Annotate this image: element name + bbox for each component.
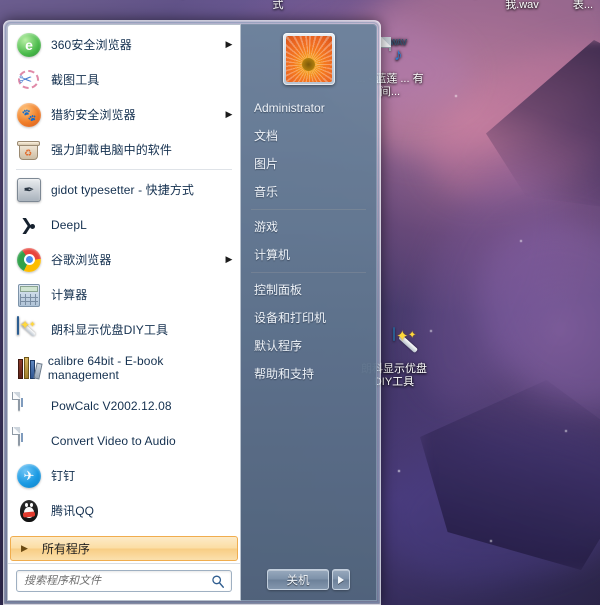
shutdown-label: 关机 [286,574,310,587]
music-note-icon: ♪ [394,45,403,64]
search-box[interactable] [16,570,232,592]
avatar-image [285,36,332,82]
submenu-arrow-icon: ▶ [225,109,233,119]
program-item-cheetah-browser[interactable]: 🐾 猎豹安全浏览器 ▶ [8,97,240,132]
program-item-netac-usb-diy-tool[interactable]: ✦ ✦ 朗科显示优盘DIY工具 [8,312,240,347]
program-item-dingtalk[interactable]: ✈ 钉钉 [8,458,240,493]
right-pane-spacer [241,388,376,569]
right-item-computer[interactable]: 计算机 [241,241,376,269]
wallpaper-sparkle [398,470,400,472]
program-item-360-safe-browser[interactable]: e 360安全浏览器 ▶ [8,27,240,62]
program-item-calculator[interactable]: 计算器 [8,277,240,312]
wand-icon: ✦ ✦ [16,315,42,343]
calculator-icon [16,282,42,308]
program-item-chrome-browser[interactable]: 谷歌浏览器 ▶ [8,242,240,277]
wallpaper-sparkle [455,95,457,97]
program-item-tencent-qq[interactable]: 腾讯QQ [8,493,240,528]
scissors-icon: ✂ [16,67,42,93]
submenu-arrow-icon: ▶ [225,39,233,49]
user-name[interactable]: Administrator [241,94,376,122]
right-item-help-support[interactable]: 帮助和支持 [241,360,376,388]
wallpaper-shape [420,380,600,570]
right-item-pictures[interactable]: 图片 [241,150,376,178]
program-item-convert-video-to-audio[interactable]: Convert Video to Audio [8,423,240,458]
chevron-right-icon: ▶ [21,543,28,553]
qq-penguin-icon [16,498,42,524]
program-item-calibre[interactable]: calibre 64bit - E-book management [8,347,240,388]
right-item-games[interactable]: 游戏 [241,213,376,241]
start-menu-left-pane: e 360安全浏览器 ▶ ✂ 截图工具 🐾 猎豹安全浏览器 ▶ ♻ 强力卸载电脑… [7,24,241,601]
deepl-icon: ❯ [20,216,35,234]
books-icon [16,355,43,381]
dingtalk-icon: ✈ [16,463,42,489]
program-list-separator [16,169,232,170]
search-area [8,563,240,600]
search-input[interactable] [17,572,231,590]
pen-nib-icon: ✒ [16,177,42,203]
right-item-music[interactable]: 音乐 [241,178,376,206]
chevron-right-icon [338,575,344,584]
submenu-arrow-icon: ▶ [225,254,233,264]
search-icon [212,575,224,588]
doc-icon [16,391,42,419]
program-item-deepl[interactable]: ❯ DeepL [8,207,240,242]
start-menu: e 360安全浏览器 ▶ ✂ 截图工具 🐾 猎豹安全浏览器 ▶ ♻ 强力卸载电脑… [3,20,381,605]
program-list: e 360安全浏览器 ▶ ✂ 截图工具 🐾 猎豹安全浏览器 ▶ ♻ 强力卸载电脑… [8,25,240,536]
shutdown-options-button[interactable] [332,569,350,590]
desktop-icon-new-worksheet[interactable]: 新建 ... 作表... [552,0,600,12]
trash-uninstall-icon: ♻ [16,137,42,163]
avatar-wrap [241,33,376,85]
right-pane-separator [251,209,366,210]
wallpaper-sparkle [565,430,567,432]
shutdown-button[interactable]: 关机 [267,569,329,590]
program-item-gidot-typesetter[interactable]: ✒ gidot typesetter - 快捷方式 [8,172,240,207]
wallpaper-sparkle [490,540,492,542]
program-item-force-uninstaller[interactable]: ♻ 强力卸载电脑中的软件 [8,132,240,167]
all-programs-button[interactable]: ▶ 所有程序 [10,536,238,561]
right-pane-separator [251,272,366,273]
desktop-icon-cloudmusic[interactable]: cloudmusic - 快捷方式 [228,0,328,12]
avatar[interactable] [282,33,335,85]
right-item-control-panel[interactable]: 控制面板 [241,276,376,304]
wallpaper-sparkle [430,330,432,332]
all-programs-label: 所有程序 [41,542,90,556]
program-item-powcalc[interactable]: PowCalc V2002.12.08 [8,388,240,423]
start-menu-right-pane: Administrator 文档 图片 音乐 游戏 计算机 控制面板 设备和打印… [241,24,377,601]
wallpaper-sparkle [520,240,522,242]
right-item-documents[interactable]: 文档 [241,122,376,150]
right-item-default-programs[interactable]: 默认程序 [241,332,376,360]
ie-360-icon: e [16,32,42,58]
cheetah-icon: 🐾 [16,102,42,128]
doc-icon [16,426,42,454]
wallpaper-shape [486,40,600,210]
right-item-devices-printers[interactable]: 设备和打印机 [241,304,376,332]
program-item-snipping-tool[interactable]: ✂ 截图工具 [8,62,240,97]
chrome-icon [16,247,42,273]
shutdown-area: 关机 [241,569,376,600]
